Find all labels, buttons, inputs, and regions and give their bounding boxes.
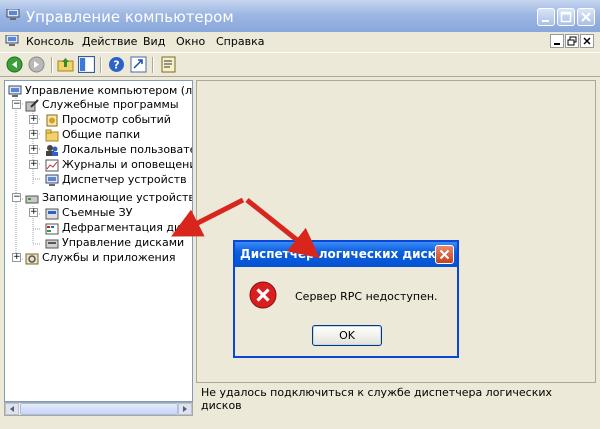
tree-item-label: Диспетчер устройств <box>62 173 187 186</box>
mdi-controls <box>549 34 594 50</box>
tree-item-device-manager[interactable]: Диспетчер устройств <box>45 172 187 187</box>
dialog-title: Диспетчер логических дисков <box>240 247 452 261</box>
svg-text:?: ? <box>113 59 119 72</box>
tree-item-label: Управление компьютером (локаль <box>25 84 193 97</box>
storage-icon <box>25 195 39 203</box>
close-icon <box>583 37 591 45</box>
expand-toggle[interactable]: + <box>29 145 38 154</box>
show-hide-tree-icon[interactable] <box>78 56 95 73</box>
tree-item-root[interactable]: Управление компьютером (локаль <box>8 83 193 98</box>
tree-item-event-viewer[interactable]: Просмотр событий <box>45 112 171 127</box>
tree-item-system-tools[interactable]: Служебные программы <box>25 97 179 112</box>
event-viewer-icon <box>46 114 58 126</box>
tools-icon <box>25 98 39 111</box>
minimize-icon <box>554 43 560 45</box>
mdi-close-button[interactable] <box>580 34 594 48</box>
menu-help[interactable]: Справка <box>216 35 264 48</box>
defrag-icon <box>45 223 59 234</box>
removable-storage-icon <box>45 208 59 219</box>
window-title: Управление компьютером <box>26 8 234 26</box>
menu-console[interactable]: Консоль <box>26 35 74 48</box>
tree-item-defrag[interactable]: Дефрагментация диска <box>45 220 193 235</box>
status-bar: Не удалось подключиться к службе диспетч… <box>196 382 596 412</box>
tree-item-label: Служебные программы <box>42 98 179 111</box>
expand-toggle[interactable]: + <box>29 115 38 124</box>
toolbar-separator <box>51 57 53 73</box>
tree-item-label: Управление дисками <box>62 236 185 249</box>
tree-item-disk-management[interactable]: Управление дисками <box>45 235 184 250</box>
computer-icon <box>6 9 20 20</box>
performance-logs-icon <box>45 159 59 171</box>
disk-management-icon <box>45 239 59 248</box>
toolbar-separator <box>100 57 102 73</box>
tree-item-label: Общие папки <box>62 128 141 141</box>
computer-management-icon <box>8 85 22 97</box>
tree-item-label: Съемные ЗУ <box>62 206 133 219</box>
dialog-message: Сервер RPC недоступен. <box>295 290 438 303</box>
expand-toggle[interactable]: + <box>29 130 38 139</box>
close-icon <box>439 249 450 260</box>
tree-item-storage[interactable]: Запоминающие устройства <box>25 190 193 205</box>
close-icon <box>581 12 591 22</box>
tree-item-label: Службы и приложения <box>42 251 176 264</box>
collapse-toggle[interactable]: − <box>12 193 21 202</box>
ok-button[interactable]: OK <box>312 325 382 346</box>
dialog-close-button[interactable] <box>435 245 454 264</box>
expand-toggle[interactable]: + <box>29 208 38 217</box>
export-icon[interactable] <box>130 56 147 73</box>
console-icon[interactable] <box>5 35 19 47</box>
tree-item-local-users[interactable]: Локальные пользователи <box>45 142 192 157</box>
device-manager-icon <box>45 174 59 186</box>
services-icon <box>25 253 39 264</box>
forward-icon[interactable] <box>28 56 45 73</box>
back-icon[interactable] <box>6 56 23 73</box>
menu-action[interactable]: Действие <box>82 35 137 48</box>
dialog-title-bar[interactable]: Диспетчер логических дисков <box>235 242 457 267</box>
mdi-restore-button[interactable] <box>565 34 579 48</box>
minimize-button[interactable] <box>537 8 555 26</box>
computer-management-window: Управление компьютером Консоль Действие … <box>0 0 600 429</box>
tree-item-label: Журналы и оповещения п <box>62 158 192 171</box>
tree-item-label: Просмотр событий <box>62 113 171 126</box>
maximize-icon <box>560 11 572 23</box>
tree-horizontal-scrollbar[interactable] <box>4 402 193 416</box>
toolbar-separator <box>152 57 154 73</box>
mdi-minimize-button[interactable] <box>550 34 564 48</box>
properties-icon[interactable] <box>160 56 177 73</box>
shared-folder-icon <box>45 129 59 141</box>
tree-item-removable[interactable]: Съемные ЗУ <box>45 205 132 220</box>
users-icon <box>46 144 58 156</box>
error-icon <box>249 281 277 309</box>
tree-item-perf-logs[interactable]: Журналы и оповещения п <box>45 157 192 172</box>
help-icon[interactable]: ? <box>108 56 125 73</box>
scroll-left-icon <box>10 406 14 412</box>
scroll-thumb[interactable] <box>20 403 178 415</box>
up-folder-icon[interactable] <box>57 56 74 73</box>
maximize-button[interactable] <box>557 8 575 26</box>
tree-item-label: Дефрагментация диска <box>62 221 193 234</box>
tree-item-services-apps[interactable]: Службы и приложения <box>25 250 175 265</box>
tree-item-shared-folders[interactable]: Общие папки <box>45 127 140 142</box>
toolbar: ? <box>0 52 600 77</box>
status-text: Не удалось подключиться к службе диспетч… <box>201 386 552 412</box>
tree-item-label: Запоминающие устройства <box>42 191 193 204</box>
menu-bar: Консоль Действие Вид Окно Справка <box>0 32 600 52</box>
expand-toggle[interactable]: + <box>29 160 38 169</box>
console-tree: Управление компьютером (локаль − Служебн… <box>4 80 193 402</box>
tree-item-label: Локальные пользователи <box>62 143 192 156</box>
error-dialog: Диспетчер логических дисков Сервер RPC н… <box>233 240 459 358</box>
scroll-right-button[interactable] <box>178 403 192 415</box>
scroll-right-icon <box>183 406 187 412</box>
scroll-left-button[interactable] <box>5 403 19 415</box>
close-button[interactable] <box>577 8 595 26</box>
restore-icon <box>567 36 577 46</box>
minimize-icon <box>542 20 549 22</box>
title-bar[interactable]: Управление компьютером <box>0 0 600 32</box>
menu-window[interactable]: Окно <box>176 35 205 48</box>
collapse-toggle[interactable]: − <box>12 100 21 109</box>
menu-view[interactable]: Вид <box>143 35 165 48</box>
expand-toggle[interactable]: + <box>12 253 21 262</box>
